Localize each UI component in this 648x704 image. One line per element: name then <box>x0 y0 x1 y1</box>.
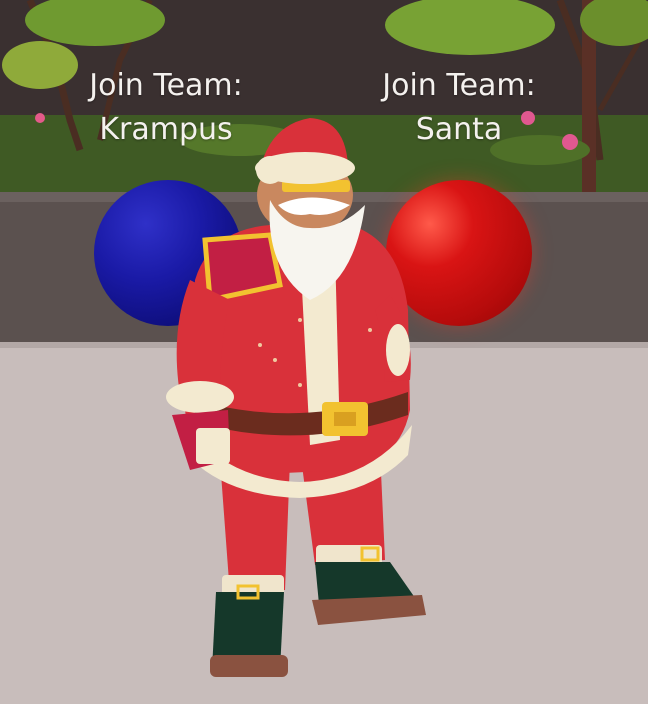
flower-1 <box>35 113 45 123</box>
coat-star <box>298 318 302 322</box>
join-team-prefix: Join Team: <box>89 68 243 103</box>
coat-star <box>273 358 277 362</box>
santa-avatar <box>166 118 426 677</box>
game-viewport: Join Team: Krampus Join Team: Santa <box>0 0 648 704</box>
left-boot-sole <box>210 655 288 677</box>
right-sleeve-cuff <box>386 324 410 376</box>
join-team-prefix: Join Team: <box>382 68 536 103</box>
belt-buckle-inner <box>334 412 356 426</box>
right-boot-sole <box>312 595 426 625</box>
left-glove-cuff <box>196 428 230 464</box>
coat-star <box>258 343 262 347</box>
coat-star <box>368 328 372 332</box>
coat-star <box>298 383 302 387</box>
left-sleeve-cuff <box>166 381 234 413</box>
hat-pompom <box>256 156 284 184</box>
